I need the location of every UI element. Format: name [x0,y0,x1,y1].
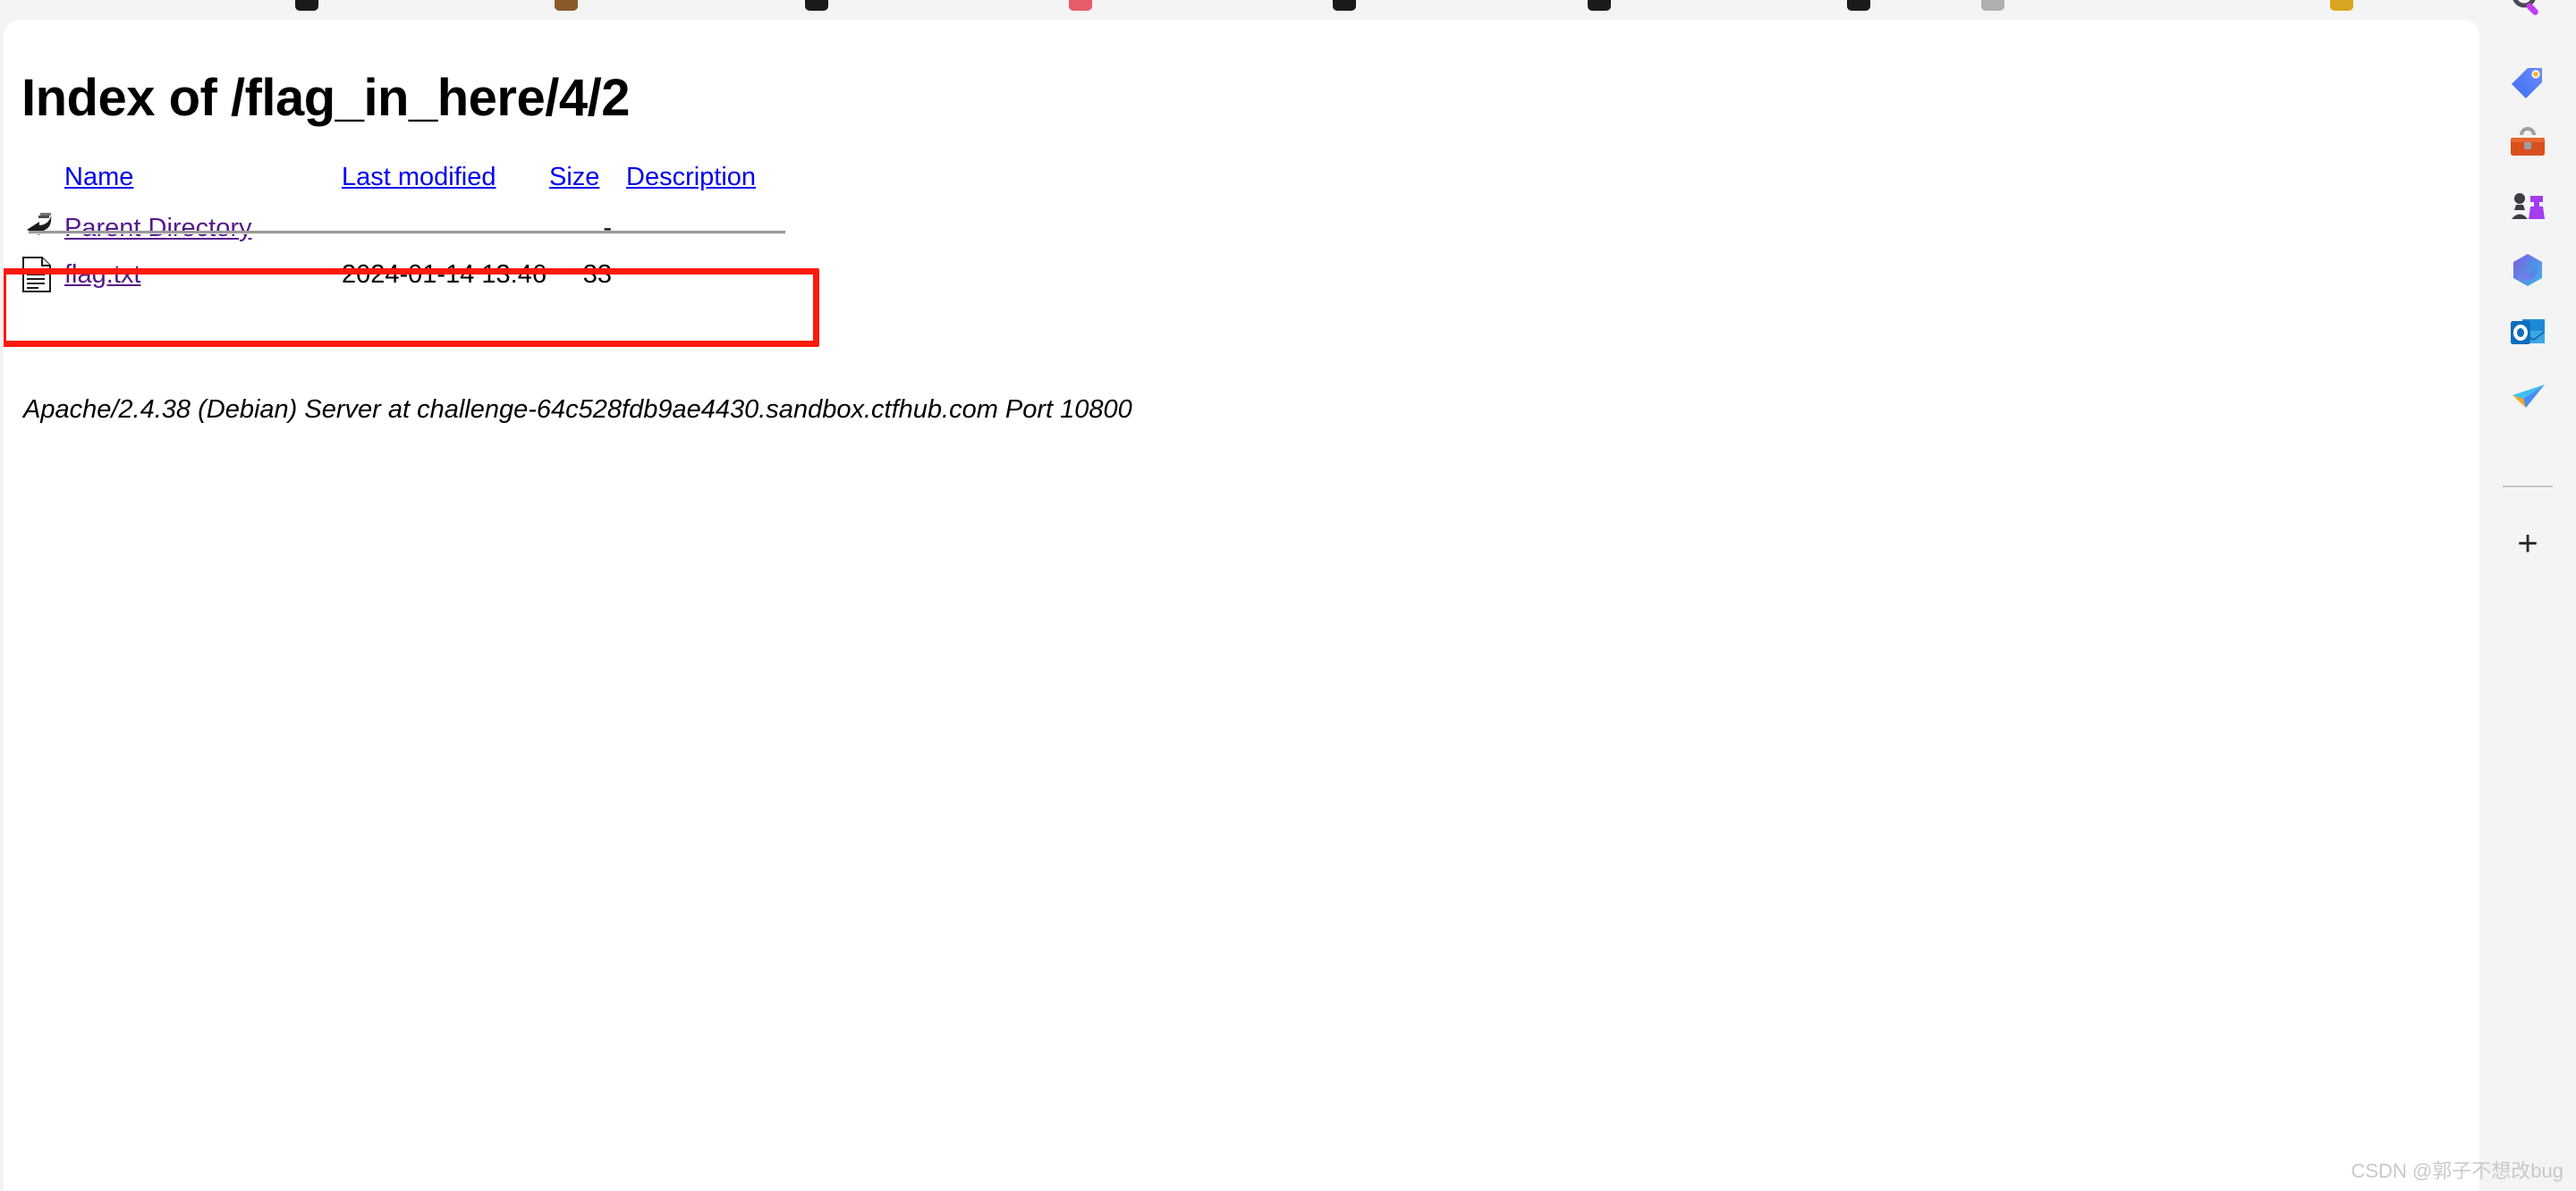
search-magnifier-icon [2508,0,2547,24]
row-description-cell [626,251,756,298]
sidebar-item-outlook[interactable] [2499,306,2556,363]
favicon-3[interactable] [805,0,828,11]
row-size-cell: 33 [582,259,612,289]
row-modified-cell: 2024-01-14 13:46 [342,259,547,289]
edge-sidebar: + [2479,0,2576,1191]
column-header-size[interactable]: Size [549,163,626,205]
column-header-modified[interactable]: Last modified [342,163,549,205]
row-size-cell: - [603,213,612,242]
row-name-cell[interactable]: Parent Directory [64,205,342,251]
column-header-icon [21,163,64,205]
favicon-6[interactable] [1588,0,1611,11]
column-header-name[interactable]: Name [64,163,342,205]
row-name-cell[interactable]: flag.txt [64,251,342,298]
table-header-row: Name Last modified Size Description [21,163,756,205]
page-title: Index of /flag_in_here/4/2 [21,68,631,127]
row-description-cell [626,205,756,251]
file-link-flag-txt[interactable]: flag.txt [64,260,140,289]
sort-by-description-link[interactable]: Description [626,163,756,191]
sidebar-divider [2503,486,2553,487]
shopping-tag-icon [2508,63,2547,106]
parent-directory-link[interactable]: Parent Directory [64,214,252,242]
apache-directory-index: Index of /flag_in_here/4/2 Name Last mod… [4,20,2479,1191]
server-signature: Apache/2.4.38 (Debian) Server at challen… [23,395,1132,424]
text-file-icon [21,257,57,292]
favicon-1[interactable] [295,0,318,11]
parent-directory-icon [21,210,57,246]
sort-by-name-link[interactable]: Name [64,163,133,191]
row-icon-cell [21,205,64,251]
favicon-4[interactable] [1069,0,1092,11]
microsoft-365-icon [2508,250,2547,294]
sidebar-item-shopping[interactable] [2499,55,2556,113]
sidebar-add-button[interactable]: + [2499,515,2556,572]
sidebar-item-search[interactable] [2499,0,2556,30]
chess-pieces-icon [2508,188,2547,232]
browser-window: Index of /flag_in_here/4/2 Name Last mod… [0,0,2576,1191]
table-row[interactable]: Parent Directory - [21,205,756,251]
row-modified-cell [342,205,549,251]
sidebar-item-telegram[interactable] [2499,368,2556,426]
favicon-9[interactable] [2330,0,2353,11]
favicon-7[interactable] [1847,0,1870,11]
table-row[interactable]: flag.txt 2024-01-14 13:46 33 [21,251,756,298]
toolbox-icon [2508,125,2547,169]
outlook-icon [2508,313,2547,357]
header-divider [29,231,785,234]
row-icon-cell [21,251,64,298]
sidebar-item-games[interactable] [2499,181,2556,238]
favicon-5[interactable] [1333,0,1356,11]
sidebar-item-tools[interactable] [2499,118,2556,175]
favicon-2[interactable] [555,0,578,11]
sidebar-item-microsoft-365[interactable] [2499,243,2556,300]
sort-by-size-link[interactable]: Size [549,163,599,191]
page-viewport: Index of /flag_in_here/4/2 Name Last mod… [4,20,2479,1191]
sort-by-modified-link[interactable]: Last modified [342,163,496,191]
favorites-bar[interactable] [0,0,2576,20]
csdn-watermark: CSDN @郭子不想改bug [2351,1160,2564,1182]
favicon-8[interactable] [1981,0,2004,11]
column-header-description[interactable]: Description [626,163,756,205]
paper-plane-icon [2508,376,2547,419]
